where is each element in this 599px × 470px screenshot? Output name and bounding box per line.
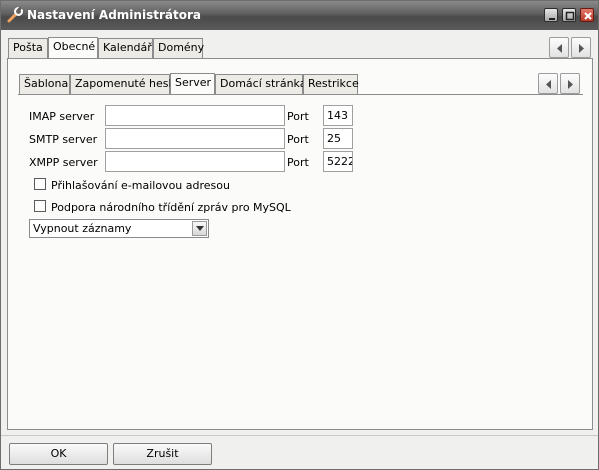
tab-domaci-stranka[interactable]: Domácí stránka — [215, 74, 307, 94]
tab-zapomenute-heslo[interactable]: Zapomenuté heslo — [70, 74, 178, 94]
imap-server-label: IMAP server — [29, 110, 95, 123]
maximize-button[interactable] — [562, 8, 576, 22]
tab-server[interactable]: Server — [170, 73, 215, 94]
imap-port-label: Port — [287, 110, 309, 123]
arrow-left-icon — [546, 80, 551, 89]
xmpp-port-input[interactable]: 5222 — [323, 151, 353, 172]
ok-button[interactable]: OK — [9, 443, 108, 465]
settings-window: Nastavení Administrátora Pošta Obecné Ka… — [0, 0, 599, 470]
tab-posta[interactable]: Pošta — [8, 38, 48, 58]
arrow-left-icon — [557, 44, 562, 53]
smtp-port-input[interactable]: 25 — [323, 128, 353, 149]
tab-kalendar[interactable]: Kalendář — [98, 38, 153, 58]
email-login-checkbox[interactable] — [34, 178, 46, 190]
imap-port-input[interactable]: 143 — [323, 105, 353, 126]
inner-panel-top-border — [18, 94, 583, 95]
outer-tabs-scroll-right-button[interactable] — [571, 37, 591, 58]
tab-label: Domény — [158, 41, 205, 54]
footer-divider — [1, 435, 598, 436]
tab-label: Šablona — [24, 77, 69, 90]
wrench-icon — [6, 6, 24, 24]
chevron-down-icon[interactable] — [192, 221, 207, 236]
smtp-port-label: Port — [287, 133, 309, 146]
minimize-button[interactable] — [544, 8, 558, 22]
tab-label: Domácí stránka — [220, 77, 307, 90]
close-button[interactable] — [580, 8, 594, 22]
tab-label: Pošta — [13, 41, 43, 54]
inner-tabs-scroll-left-button[interactable] — [538, 73, 558, 94]
tab-label: Restrikce — [308, 77, 359, 90]
tab-label: Zapomenuté heslo — [75, 77, 179, 90]
tab-label: Server — [175, 76, 212, 89]
window-title: Nastavení Administrátora — [27, 8, 201, 22]
tab-obecne[interactable]: Obecné — [48, 37, 98, 58]
smtp-server-label: SMTP server — [29, 133, 98, 146]
xmpp-server-input[interactable] — [105, 151, 285, 172]
xmpp-port-label: Port — [287, 156, 309, 169]
tab-sablona[interactable]: Šablona — [19, 74, 70, 94]
logging-select-value: Vypnout záznamy — [33, 222, 132, 235]
imap-server-input[interactable] — [105, 105, 285, 126]
tab-label: Obecné — [53, 40, 96, 53]
tab-restrikce[interactable]: Restrikce — [303, 74, 359, 94]
smtp-server-input[interactable] — [105, 128, 285, 149]
email-login-label: Přihlašování e-mailovou adresou — [51, 179, 230, 192]
close-icon — [584, 12, 592, 20]
tab-label: Kalendář — [103, 41, 152, 54]
title-bar[interactable]: Nastavení Administrátora — [1, 1, 598, 30]
outer-tabs-scroll-left-button[interactable] — [549, 37, 569, 58]
tab-domeny[interactable]: Domény — [153, 38, 205, 58]
mysql-collation-label: Podpora národního třídění zpráv pro MySQ… — [51, 201, 291, 214]
xmpp-server-label: XMPP server — [29, 156, 98, 169]
arrow-right-icon — [568, 80, 573, 89]
cancel-button[interactable]: Zrušit — [113, 443, 212, 465]
mysql-collation-checkbox[interactable] — [34, 200, 46, 212]
arrow-right-icon — [579, 44, 584, 53]
inner-tabs-scroll-right-button[interactable] — [560, 73, 580, 94]
logging-select[interactable]: Vypnout záznamy — [29, 219, 209, 238]
